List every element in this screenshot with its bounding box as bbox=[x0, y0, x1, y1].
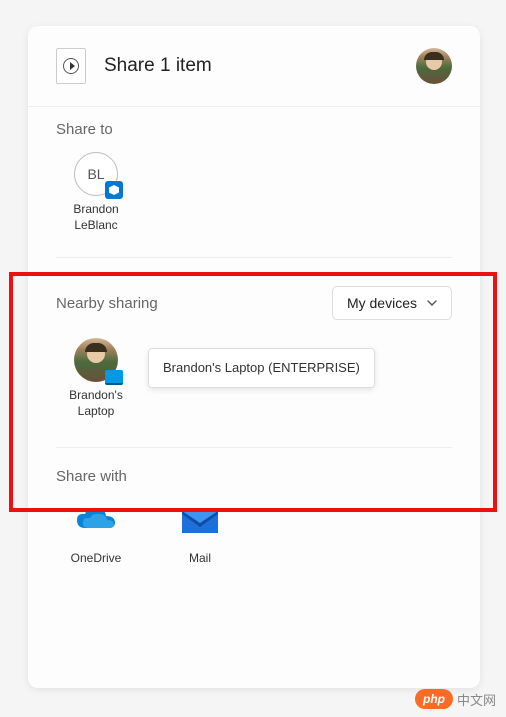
share-to-label: Share to bbox=[56, 121, 452, 138]
watermark-text: 中文网 bbox=[457, 690, 496, 709]
contact-name: Brandon LeBlanc bbox=[56, 202, 136, 233]
laptop-icon bbox=[105, 370, 123, 385]
contact-item[interactable]: BL Brandon LeBlanc bbox=[56, 152, 136, 233]
share-with-section: Share with OneDrive bbox=[28, 448, 480, 603]
share-panel: Share 1 item Share to BL Brandon LeBlanc… bbox=[28, 26, 480, 688]
onedrive-icon bbox=[75, 499, 117, 541]
watermark-badge: php bbox=[415, 689, 453, 709]
app-onedrive[interactable]: OneDrive bbox=[56, 499, 136, 567]
device-tooltip: Brandon's Laptop (ENTERPRISE) bbox=[148, 348, 375, 388]
watermark: php 中文网 bbox=[415, 689, 496, 709]
device-item[interactable]: Brandon's Laptop bbox=[56, 338, 136, 419]
outlook-icon bbox=[105, 181, 123, 199]
mail-icon bbox=[179, 499, 221, 541]
dropdown-value: My devices bbox=[347, 295, 417, 311]
header: Share 1 item bbox=[28, 26, 480, 107]
contact-avatar-initials: BL bbox=[74, 152, 118, 196]
share-with-label: Share with bbox=[56, 468, 452, 485]
app-label: OneDrive bbox=[71, 551, 122, 567]
device-name: Brandon's Laptop bbox=[56, 388, 136, 419]
contact-initials: BL bbox=[87, 166, 104, 182]
nearby-header: Nearby sharing My devices bbox=[28, 258, 480, 338]
nearby-label: Nearby sharing bbox=[56, 295, 158, 312]
chevron-down-icon bbox=[427, 298, 437, 308]
nearby-scope-dropdown[interactable]: My devices bbox=[332, 286, 452, 320]
contacts-list: BL Brandon LeBlanc bbox=[56, 152, 452, 249]
app-mail[interactable]: Mail bbox=[160, 499, 240, 567]
devices-list: Brandon's Laptop Brandon's Laptop (ENTER… bbox=[28, 338, 480, 447]
file-video-icon bbox=[56, 48, 86, 84]
app-label: Mail bbox=[189, 551, 211, 567]
share-to-section: Share to BL Brandon LeBlanc bbox=[28, 107, 480, 257]
apps-list: OneDrive Mail bbox=[56, 499, 452, 583]
device-avatar bbox=[74, 338, 118, 382]
user-avatar[interactable] bbox=[416, 48, 452, 84]
panel-title: Share 1 item bbox=[104, 55, 416, 77]
